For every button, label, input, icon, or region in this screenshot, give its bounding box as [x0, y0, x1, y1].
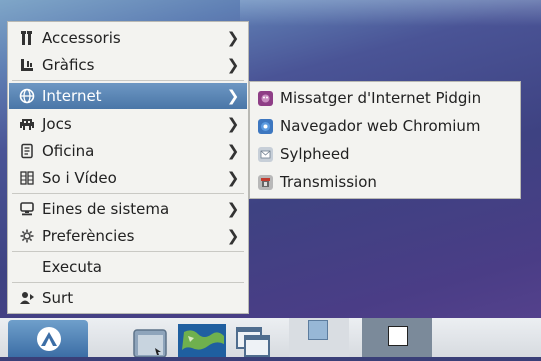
menu-item-label: Internet: [42, 87, 102, 105]
submenu-item-label: Sylpheed: [280, 145, 350, 163]
menu-item-label: Surt: [42, 289, 74, 307]
web-browser-launcher[interactable]: [178, 322, 226, 357]
folder-icon: [133, 329, 167, 358]
chevron-right-icon: ❯: [226, 169, 240, 187]
menu-item-so-i-video[interactable]: So i Vídeo ❯: [9, 165, 247, 191]
taskbar: [0, 318, 541, 358]
workspace-2[interactable]: [362, 318, 432, 357]
accessories-icon: [18, 29, 36, 47]
submenu-item-sylpheed[interactable]: Sylpheed: [251, 140, 519, 168]
submenu-item-label: Missatger d'Internet Pidgin: [280, 89, 482, 107]
sylpheed-icon: [258, 146, 273, 162]
pidgin-icon: [258, 90, 273, 106]
menu-item-executa[interactable]: Executa: [9, 254, 247, 280]
menu-separator: [12, 251, 244, 252]
graphics-icon: [18, 56, 36, 74]
menu-item-grafics[interactable]: Gràfics ❯: [9, 52, 247, 78]
sound-video-icon: [18, 169, 36, 187]
globe-map-icon: [178, 324, 226, 357]
distro-logo-icon: [37, 327, 61, 351]
menu-item-label: Accessoris: [42, 29, 121, 47]
chevron-right-icon: ❯: [226, 142, 240, 160]
submenu-item-label: Transmission: [280, 173, 377, 191]
transmission-icon: [258, 174, 273, 190]
file-manager-launcher[interactable]: [131, 328, 169, 358]
menu-item-internet[interactable]: Internet ❯: [9, 83, 247, 109]
windows-switcher[interactable]: [236, 326, 270, 357]
system-tools-icon: [18, 200, 36, 218]
submenu-item-label: Navegador web Chromium: [280, 117, 481, 135]
chevron-right-icon: ❯: [226, 115, 240, 133]
chevron-right-icon: ❯: [226, 227, 240, 245]
menu-item-label: Jocs: [42, 115, 72, 133]
submenu-item-chromium[interactable]: Navegador web Chromium: [251, 112, 519, 140]
internet-icon: [18, 87, 36, 105]
submenu-item-transmission[interactable]: Transmission: [251, 168, 519, 196]
workspace-1[interactable]: [289, 318, 349, 357]
windows-icon: [236, 327, 270, 357]
preferences-icon: [18, 227, 36, 245]
internet-submenu: Missatger d'Internet Pidgin Navegador we…: [249, 81, 521, 199]
workspace-preview: [388, 326, 408, 346]
menu-item-label: Preferències: [42, 227, 135, 245]
chevron-right-icon: ❯: [226, 56, 240, 74]
submenu-item-pidgin[interactable]: Missatger d'Internet Pidgin: [251, 84, 519, 112]
menu-item-label: Executa: [42, 258, 102, 276]
menu-separator: [12, 282, 244, 283]
chromium-icon: [258, 118, 273, 134]
menu-item-eines-de-sistema[interactable]: Eines de sistema ❯: [9, 196, 247, 222]
menu-item-surt[interactable]: Surt: [9, 285, 247, 311]
menu-item-label: Eines de sistema: [42, 200, 170, 218]
menu-item-label: So i Vídeo: [42, 169, 117, 187]
menu-item-accessoris[interactable]: Accessoris ❯: [9, 25, 247, 51]
menu-item-label: Gràfics: [42, 56, 95, 74]
games-icon: [18, 115, 36, 133]
menu-separator: [12, 80, 244, 81]
menu-separator: [12, 193, 244, 194]
menu-item-preferencies[interactable]: Preferències ❯: [9, 223, 247, 249]
workspace-preview: [308, 320, 328, 340]
chevron-right-icon: ❯: [226, 200, 240, 218]
menu-item-oficina[interactable]: Oficina ❯: [9, 138, 247, 164]
start-menu-button[interactable]: [8, 320, 88, 357]
chevron-right-icon: ❯: [226, 87, 240, 105]
menu-item-jocs[interactable]: Jocs ❯: [9, 111, 247, 137]
menu-item-label: Oficina: [42, 142, 95, 160]
application-menu: Accessoris ❯ Gràfics ❯ Internet ❯ Jocs ❯…: [7, 21, 249, 314]
chevron-right-icon: ❯: [226, 29, 240, 47]
logout-icon: [18, 289, 36, 307]
office-icon: [18, 142, 36, 160]
blank-icon: [18, 258, 36, 276]
